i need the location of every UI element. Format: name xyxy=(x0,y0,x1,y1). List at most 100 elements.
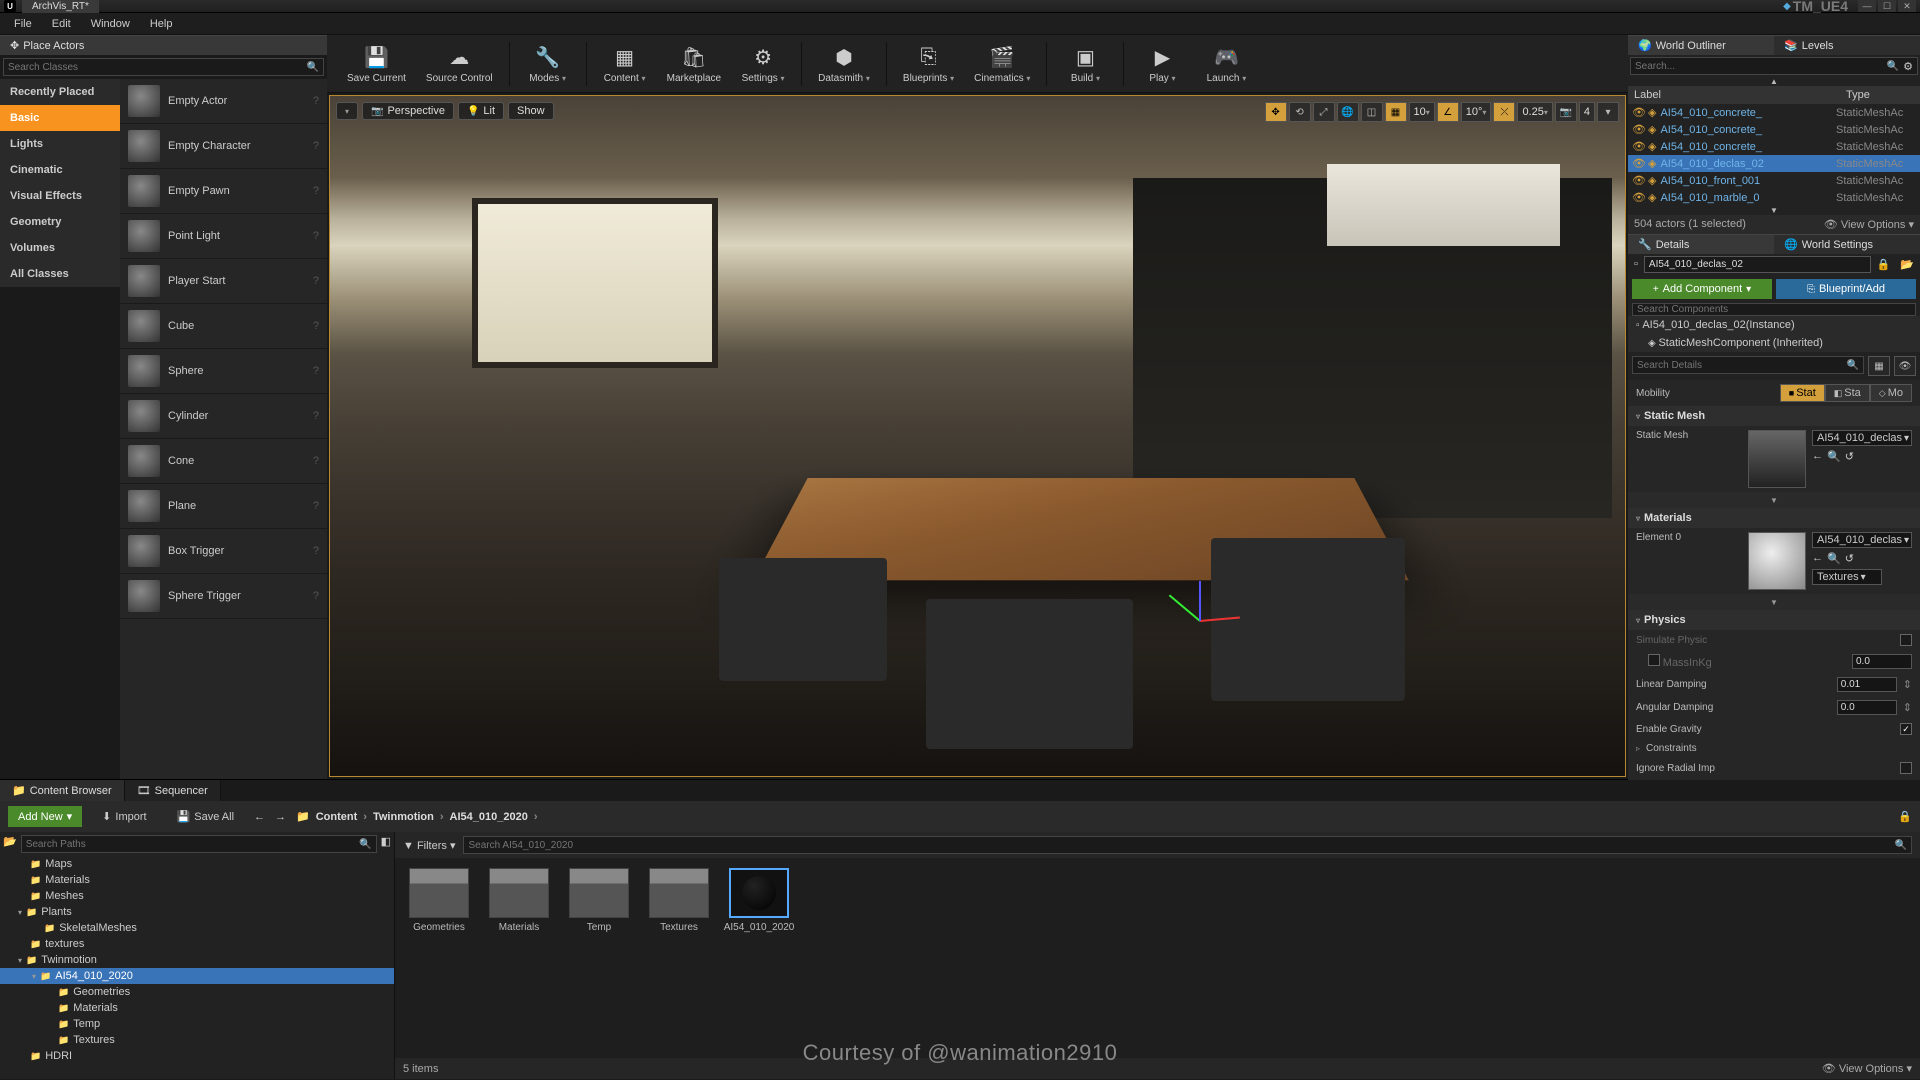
visibility-icon[interactable]: 👁 xyxy=(1632,106,1644,119)
browse-icon[interactable]: 📂 xyxy=(1896,256,1918,273)
expand-materials[interactable]: ▼ xyxy=(1628,594,1920,610)
help-icon[interactable]: ? xyxy=(313,230,319,242)
vp-scale-icon[interactable]: ⤢ xyxy=(1313,102,1335,122)
help-icon[interactable]: ? xyxy=(313,590,319,602)
asset-item[interactable]: AI54_010_2020 xyxy=(725,868,793,933)
help-icon[interactable]: ? xyxy=(313,455,319,467)
lock-sources-icon[interactable]: 🔒 xyxy=(1898,810,1912,823)
world-outliner-tab[interactable]: 🌍 World Outliner xyxy=(1628,35,1774,55)
toolbar-source-control[interactable]: ☁Source Control xyxy=(418,39,501,88)
tree-item[interactable]: 📁Materials xyxy=(0,1000,394,1016)
save-all-button[interactable]: 💾 Save All xyxy=(167,806,244,827)
reset-icon[interactable]: ↺ xyxy=(1845,450,1854,463)
help-icon[interactable]: ? xyxy=(313,320,319,332)
search-assets-input[interactable] xyxy=(468,840,1894,851)
outliner-row[interactable]: 👁◈AI54_010_declas_02StaticMeshAc xyxy=(1628,155,1920,172)
actor-name-input[interactable] xyxy=(1644,256,1871,273)
static-mesh-component[interactable]: ◈ StaticMeshComponent (Inherited) xyxy=(1628,334,1920,352)
property-matrix-icon[interactable]: ▦ xyxy=(1868,356,1890,376)
toolbar-launch[interactable]: 🎮Launch ▾ xyxy=(1196,39,1256,88)
collapse-icon[interactable]: ◧ xyxy=(381,835,391,853)
angular-damping-input[interactable] xyxy=(1837,700,1897,715)
expand-icon[interactable]: ▾ xyxy=(18,956,22,965)
toolbar-cinematics[interactable]: 🎬Cinematics ▾ xyxy=(966,39,1038,88)
menu-help[interactable]: Help xyxy=(142,16,181,32)
search-classes-input[interactable] xyxy=(8,62,307,73)
vp-grid-size[interactable]: 10 ▾ xyxy=(1409,102,1435,122)
eye-icon[interactable]: 👁 xyxy=(1894,356,1916,376)
vp-world-icon[interactable]: 🌐 xyxy=(1337,102,1359,122)
linear-damping-input[interactable] xyxy=(1837,677,1897,692)
viewport-menu[interactable]: ▾ xyxy=(336,102,358,120)
actor-item[interactable]: Sphere Trigger? xyxy=(120,574,327,619)
asset-item[interactable]: Materials xyxy=(485,868,553,933)
search-details-input[interactable] xyxy=(1637,360,1847,371)
tree-item[interactable]: 📁SkeletalMeshes xyxy=(0,920,394,936)
asset-item[interactable]: Geometries xyxy=(405,868,473,933)
scroll-up-icon[interactable]: ▲ xyxy=(1628,77,1920,86)
toolbar-play[interactable]: ▶Play ▾ xyxy=(1132,39,1192,88)
asset-item[interactable]: Textures xyxy=(645,868,713,933)
vp-translate-icon[interactable]: ✥ xyxy=(1265,102,1287,122)
vp-maximize-icon[interactable]: ▾ xyxy=(1597,102,1619,122)
add-new-button[interactable]: Add New ▾ xyxy=(8,806,82,827)
sequencer-tab[interactable]: 🎞 Sequencer xyxy=(125,780,221,801)
material-thumb[interactable] xyxy=(1748,532,1806,590)
transform-gizmo[interactable] xyxy=(1185,586,1255,656)
outliner-row[interactable]: 👁◈AI54_010_concrete_StaticMeshAc xyxy=(1628,121,1920,138)
expand-icon[interactable]: ▾ xyxy=(32,972,36,981)
import-button[interactable]: ⬇ Import xyxy=(92,806,156,827)
viewport-show[interactable]: Show xyxy=(508,102,554,120)
content-browser-tab[interactable]: 📁 Content Browser xyxy=(0,780,125,801)
tree-item[interactable]: 📁Textures xyxy=(0,1032,394,1048)
ignore-radial-impulse-checkbox[interactable] xyxy=(1900,762,1912,774)
static-mesh-thumb[interactable] xyxy=(1748,430,1806,488)
visibility-icon[interactable]: 👁 xyxy=(1632,174,1644,187)
component-instance[interactable]: ▫ AI54_010_declas_02(Instance) xyxy=(1628,316,1920,334)
actor-item[interactable]: Point Light? xyxy=(120,214,327,259)
toolbar-modes[interactable]: 🔧Modes ▾ xyxy=(518,39,578,88)
history-fwd-icon[interactable]: → xyxy=(275,811,286,823)
cat-recently-placed[interactable]: Recently Placed xyxy=(0,79,120,105)
textures-dropdown[interactable]: Textures ▾ xyxy=(1812,569,1882,585)
crumb-twinmotion[interactable]: Twinmotion xyxy=(373,811,434,823)
vp-snap-grid-icon[interactable]: ▦ xyxy=(1385,102,1407,122)
tree-item[interactable]: 📁Maps xyxy=(0,856,394,872)
actor-item[interactable]: Player Start? xyxy=(120,259,327,304)
actor-item[interactable]: Box Trigger? xyxy=(120,529,327,574)
outliner-row[interactable]: 👁◈AI54_010_concrete_StaticMeshAc xyxy=(1628,138,1920,155)
title-tab[interactable]: ArchVis_RT* xyxy=(22,0,99,13)
help-icon[interactable]: ? xyxy=(313,500,319,512)
viewport-perspective[interactable]: 📷 Perspective xyxy=(362,102,454,120)
cat-volumes[interactable]: Volumes xyxy=(0,235,120,261)
history-back-icon[interactable]: ← xyxy=(254,811,265,823)
simulate-physics-checkbox[interactable] xyxy=(1900,634,1912,646)
vp-rotate-icon[interactable]: ⟲ xyxy=(1289,102,1311,122)
section-materials[interactable]: ▿Materials xyxy=(1628,508,1920,528)
outliner-row[interactable]: 👁◈AI54_010_concrete_StaticMeshAc xyxy=(1628,104,1920,121)
toolbar-content[interactable]: ▦Content ▾ xyxy=(595,39,655,88)
vp-scale-val[interactable]: 0.25 ▾ xyxy=(1517,102,1552,122)
blueprint-button[interactable]: ⎘ Blueprint/Add xyxy=(1776,279,1916,299)
tree-item[interactable]: 📁Geometries xyxy=(0,984,394,1000)
toolbar-marketplace[interactable]: 🛍Marketplace xyxy=(659,39,729,88)
expand-static-mesh[interactable]: ▼ xyxy=(1628,492,1920,508)
actor-item[interactable]: Cylinder? xyxy=(120,394,327,439)
menu-file[interactable]: File xyxy=(6,16,40,32)
section-physics[interactable]: ▿Physics xyxy=(1628,610,1920,630)
asset-item[interactable]: Temp xyxy=(565,868,633,933)
mobility-toggle[interactable]: ■ Stat ◧ Sta ◇ Mo xyxy=(1780,384,1912,402)
tree-item[interactable]: ▾📁AI54_010_2020 xyxy=(0,968,394,984)
actor-item[interactable]: Empty Pawn? xyxy=(120,169,327,214)
use-asset-icon[interactable]: ← xyxy=(1812,552,1823,565)
levels-tab[interactable]: 📚 Levels xyxy=(1774,35,1920,55)
expand-icon[interactable]: ▾ xyxy=(18,908,22,917)
tree-item[interactable]: 📁Materials xyxy=(0,872,394,888)
search-classes-box[interactable]: 🔍 xyxy=(3,58,324,76)
use-asset-icon[interactable]: ← xyxy=(1812,450,1823,463)
menu-edit[interactable]: Edit xyxy=(44,16,79,32)
cat-vfx[interactable]: Visual Effects xyxy=(0,183,120,209)
tree-item[interactable]: 📁Temp xyxy=(0,1016,394,1032)
actor-item[interactable]: Empty Character? xyxy=(120,124,327,169)
help-icon[interactable]: ? xyxy=(313,365,319,377)
